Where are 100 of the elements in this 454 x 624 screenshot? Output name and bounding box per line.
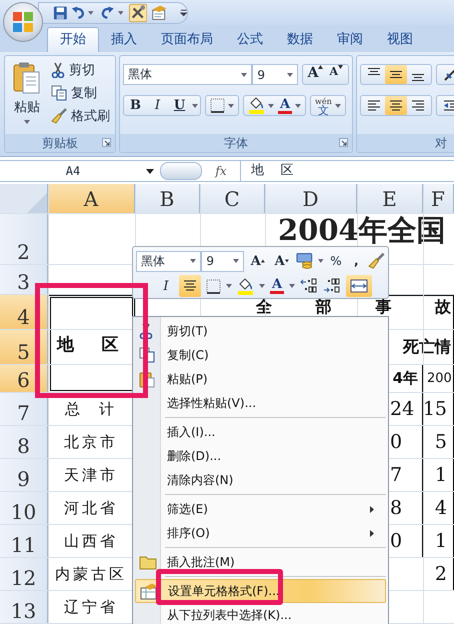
font-name-field[interactable]: 黑体 [123,64,252,85]
down-triangle-icon [284,259,289,263]
up-triangle-icon [318,65,324,69]
caret-icon [241,72,248,76]
undo-icon[interactable] [70,6,86,20]
save-icon[interactable] [53,4,68,20]
scissors-icon [51,62,65,78]
row-header[interactable]: 7 [0,393,48,426]
diagonal-lines-icon [443,68,454,82]
column-header[interactable]: B [135,184,200,214]
underline-button[interactable]: U [170,96,189,115]
bottom-align-icon [411,74,425,81]
name-box[interactable]: A4 [0,164,146,178]
increase-decimal-icon[interactable] [300,278,318,294]
column-header[interactable]: C [200,184,265,214]
menu-item[interactable]: 从下拉列表中选择(K)... [135,603,386,624]
indent-icon [443,100,454,112]
brush-icon[interactable] [368,252,385,270]
format-painter-button[interactable]: 格式刷 [51,106,110,126]
row-header[interactable]: 12 [0,558,48,591]
grow-font-button[interactable]: A [248,250,268,272]
row-header[interactable]: 10 [0,492,48,525]
resize-handle[interactable] [160,162,202,180]
row-header[interactable]: 8 [0,426,48,459]
group-label: 字体 [224,134,248,152]
row-header[interactable]: 9 [0,459,48,492]
middle-align-icon [389,71,403,78]
caret-icon [286,72,293,76]
row-header[interactable]: 3 [0,265,48,295]
font-size-field[interactable]: 9 [252,64,298,85]
brush-icon [51,108,67,124]
copy-icon [51,85,67,101]
row-header[interactable]: 11 [0,525,48,558]
row-header[interactable]: 13 [0,591,48,624]
caret-icon[interactable] [146,168,154,174]
fill-color-button[interactable] [246,96,276,115]
left-align-icon [367,100,381,112]
clipboard-icon [13,62,41,94]
paint-bucket-icon[interactable] [237,278,254,294]
ribbon-tab[interactable]: 数据 [275,28,325,52]
italic-button[interactable]: I [158,275,174,297]
font-name-field[interactable]: 黑体 [136,250,202,272]
formula-field[interactable]: 地 区 [240,161,454,181]
customize-icon[interactable] [180,8,187,16]
caret-icon [295,104,301,108]
decrease-decimal-icon[interactable] [323,278,341,294]
column-header[interactable]: A [48,184,135,214]
center-align-icon [389,100,403,112]
form-icon[interactable] [150,2,169,22]
caret-icon [232,259,239,263]
currency-icon[interactable] [296,252,314,270]
dialog-launcher-icon[interactable] [339,138,348,147]
merge-icon [350,279,368,293]
submenu-arrow-icon [370,530,374,536]
paint-bucket-icon [248,97,265,114]
row-header[interactable]: 2 [0,214,48,265]
border-icon[interactable] [206,278,221,294]
column-header[interactable]: F [423,184,454,214]
paste-button[interactable]: 粘贴 [7,60,47,130]
column-header[interactable]: D [265,184,357,214]
border-icon [210,98,225,113]
cut-button[interactable]: 剪切 [51,60,110,80]
center-align-button[interactable] [179,275,201,297]
center-align-icon [183,280,197,292]
bold-button[interactable]: B [126,96,145,115]
border-button[interactable] [208,96,236,115]
top-align-icon [367,68,381,75]
four-squares-icon [12,11,34,33]
grow-font-button[interactable]: A [304,65,326,84]
triangle-icon [27,193,47,213]
shrink-font-button[interactable]: A [326,65,346,84]
caret-icon [334,104,341,108]
copy-button[interactable]: 复制 [51,83,110,103]
font-size-field[interactable]: 9 [201,250,244,272]
group-label: 剪贴板 [42,134,78,152]
insert-function-button[interactable]: fx [202,164,240,178]
ribbon-tab[interactable]: 插入 [99,28,149,52]
menu-item[interactable]: 设置单元格格式(F)... [135,579,386,603]
right-align-icon [411,100,425,112]
note-icon [139,554,157,570]
merge-center-button[interactable] [346,275,372,297]
ribbon-tab[interactable]: 审阅 [325,28,375,52]
dialog-launcher-icon[interactable] [102,138,111,147]
table-cell: 15 [423,393,454,426]
submenu-arrow-icon [370,506,374,512]
down-triangle-icon [338,65,343,69]
center-align-button[interactable] [385,96,407,115]
ribbon-tab[interactable]: 页面布局 [149,28,225,52]
ribbon-tab[interactable]: 公式 [225,28,275,52]
font-color-button[interactable]: A [270,275,284,297]
scissors-icon [139,323,153,339]
ribbon-tab[interactable]: 开始 [47,27,99,52]
redo-icon[interactable] [100,6,115,20]
column-header[interactable]: E [357,184,423,214]
middle-align-button[interactable] [385,65,407,84]
caret-icon [24,120,30,124]
italic-button[interactable]: I [148,96,167,115]
ribbon-tab[interactable]: 视图 [375,28,425,52]
group-label: 对 [435,134,447,152]
caret-icon [268,104,274,108]
